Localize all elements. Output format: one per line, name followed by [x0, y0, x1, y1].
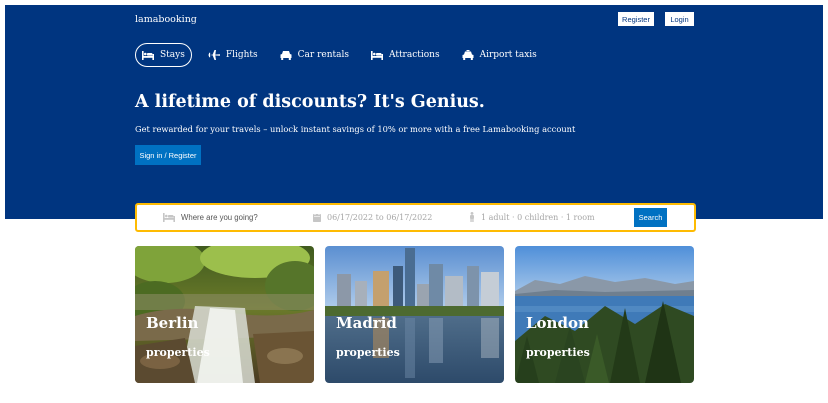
logo[interactable]: lamabooking	[135, 14, 197, 25]
car-icon	[280, 51, 292, 60]
city-subtitle: properties	[336, 346, 400, 359]
nav-item-airport-taxis[interactable]: Airport taxis	[456, 43, 543, 67]
nav-item-label: Stays	[160, 50, 185, 60]
guests-field[interactable]: 1 adult · 0 children · 1 room	[469, 205, 595, 229]
city-card-london[interactable]: London properties	[515, 246, 694, 383]
search-button[interactable]: Search	[634, 208, 667, 227]
nav-item-car-rentals[interactable]: Car rentals	[274, 43, 355, 67]
guests-text: 1 adult · 0 children · 1 room	[481, 212, 595, 222]
city-card-berlin[interactable]: Berlin properties	[135, 246, 314, 383]
nav-item-label: Airport taxis	[479, 50, 537, 60]
city-card-madrid[interactable]: Madrid properties	[325, 246, 504, 383]
calendar-icon	[313, 212, 321, 222]
hero-title: A lifetime of discounts? It's Genius.	[135, 92, 485, 112]
person-icon	[470, 212, 474, 222]
nav-item-attractions[interactable]: Attractions	[365, 43, 446, 67]
header-banner: lamabooking Register Login Stays Flights…	[5, 5, 823, 219]
taxi-icon	[462, 50, 474, 60]
sign-in-register-button[interactable]: Sign in / Register	[135, 145, 201, 165]
city-subtitle: properties	[146, 346, 210, 359]
nav-bar: Stays Flights Car rentals Attractions Ai…	[135, 43, 553, 67]
search-bar: 06/17/2022 to 06/17/2022 1 adult · 0 chi…	[135, 203, 696, 232]
nav-item-label: Car rentals	[297, 50, 349, 60]
featured-cities: Berlin properties Madrid properties Lond…	[135, 246, 695, 383]
date-field[interactable]: 06/17/2022 to 06/17/2022	[313, 205, 432, 229]
city-subtitle: properties	[526, 346, 590, 359]
city-name: Berlin	[146, 314, 199, 332]
destination-input[interactable]	[181, 212, 291, 222]
nav-item-label: Attractions	[388, 50, 440, 60]
nav-item-stays[interactable]: Stays	[135, 43, 192, 67]
nav-item-label: Flights	[225, 50, 258, 60]
register-button[interactable]: Register	[618, 12, 654, 26]
bed-icon	[163, 213, 175, 222]
plane-icon	[207, 50, 220, 60]
date-range-text: 06/17/2022 to 06/17/2022	[327, 212, 433, 222]
login-button[interactable]: Login	[665, 12, 694, 26]
bed-icon	[370, 51, 383, 60]
destination-field[interactable]	[163, 205, 291, 229]
nav-item-flights[interactable]: Flights	[202, 43, 264, 67]
city-name: Madrid	[336, 314, 397, 332]
hero-description: Get rewarded for your travels – unlock i…	[135, 124, 576, 134]
bed-icon	[142, 51, 154, 60]
city-name: London	[526, 314, 589, 332]
